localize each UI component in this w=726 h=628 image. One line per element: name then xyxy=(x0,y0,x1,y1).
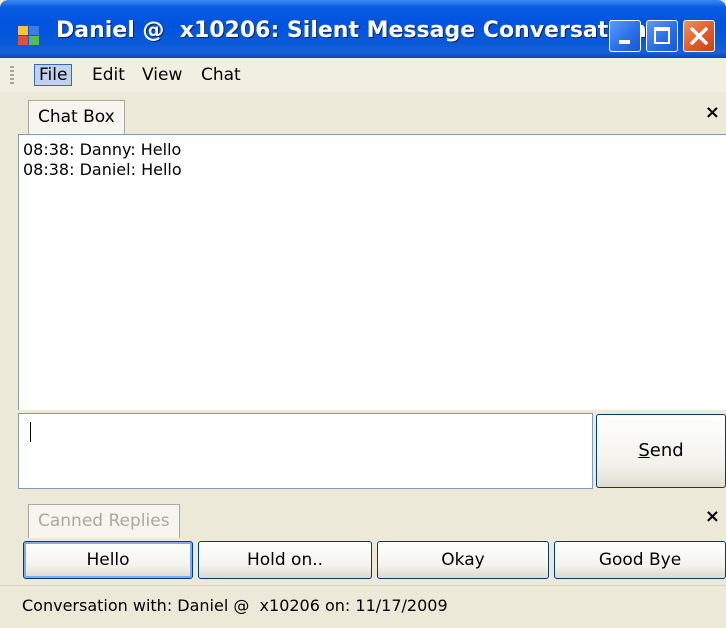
chat-message: 08:38: Daniel: Hello xyxy=(23,160,182,179)
chat-message: 08:38: Danny: Hello xyxy=(23,140,182,159)
send-label: end xyxy=(649,440,684,461)
minimize-icon xyxy=(619,40,630,44)
canned-reply-okay-button[interactable]: Okay xyxy=(377,541,549,579)
maximize-button[interactable] xyxy=(646,20,678,52)
close-button[interactable] xyxy=(683,20,715,52)
maximize-icon xyxy=(654,27,670,44)
menu-file[interactable]: File xyxy=(34,64,73,86)
toolbar-grip-icon[interactable] xyxy=(10,66,14,84)
send-mnemonic: S xyxy=(638,440,650,461)
app-window-icon[interactable] xyxy=(18,26,40,46)
chat-tab-strip: Chat Box × xyxy=(0,94,726,134)
message-input[interactable] xyxy=(18,413,593,489)
menu-chat[interactable]: Chat xyxy=(197,64,245,86)
conversation-window: Daniel @ x10206: Silent Message Conversa… xyxy=(0,0,726,628)
menu-view[interactable]: View xyxy=(138,64,186,86)
close-icon xyxy=(690,27,708,45)
status-text: Conversation with: Daniel @ x10206 on: 1… xyxy=(22,596,448,615)
title-bar[interactable]: Daniel @ x10206: Silent Message Conversa… xyxy=(0,0,726,58)
canned-panel-close-icon[interactable]: × xyxy=(705,506,720,527)
minimize-button[interactable] xyxy=(609,20,641,52)
canned-reply-hello-button[interactable]: Hello xyxy=(23,541,193,579)
chat-log[interactable]: 08:38: Danny: Hello 08:38: Daniel: Hello xyxy=(18,134,726,410)
canned-reply-good-bye-button[interactable]: Good Bye xyxy=(554,541,726,579)
canned-reply-hold-on-button[interactable]: Hold on.. xyxy=(198,541,372,579)
chat-panel-close-icon[interactable]: × xyxy=(705,102,720,123)
menu-edit[interactable]: Edit xyxy=(88,64,129,86)
send-button[interactable]: Send xyxy=(596,414,726,488)
canned-tab-strip: Canned Replies × xyxy=(0,500,726,538)
menu-bar: File Edit View Chat xyxy=(0,58,726,92)
text-caret xyxy=(30,422,31,442)
window-title: Daniel @ x10206: Silent Message Conversa… xyxy=(56,18,647,43)
tab-canned-replies[interactable]: Canned Replies xyxy=(28,504,180,538)
status-bar: Conversation with: Daniel @ x10206 on: 1… xyxy=(0,585,726,628)
tab-chat-box[interactable]: Chat Box xyxy=(28,100,125,134)
